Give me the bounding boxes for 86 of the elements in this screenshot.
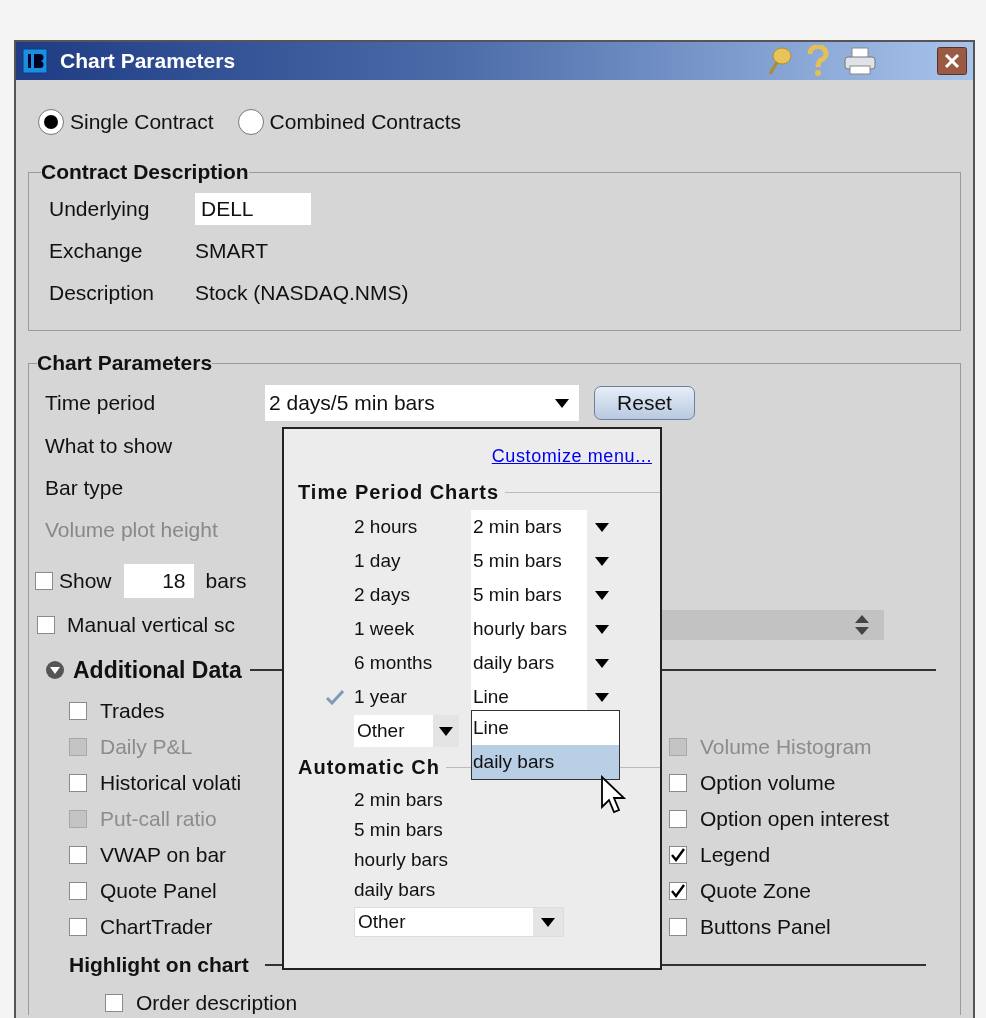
menu-item[interactable]: 5 min bars: [354, 815, 652, 845]
app-logo-icon: [22, 48, 48, 74]
checkbox-label: Historical volati: [100, 771, 242, 795]
dropdown-arrow-icon: [595, 522, 609, 532]
field-label: Underlying: [49, 197, 151, 221]
field-label: bars: [205, 569, 247, 593]
printer-icon[interactable]: [843, 46, 877, 76]
field-label: Time period: [45, 391, 157, 415]
field-label: Bar type: [45, 476, 124, 500]
checkbox[interactable]: [69, 918, 87, 936]
menu-item[interactable]: 2 min bars: [354, 785, 652, 815]
radio-label: Single Contract: [70, 110, 214, 134]
bar-size-select[interactable]: 5 min bars: [471, 544, 587, 578]
checkbox-label: Legend: [700, 843, 771, 867]
dropdown-arrow-icon: [595, 658, 609, 668]
dropdown-arrow-icon: [555, 398, 569, 408]
radio-button[interactable]: [237, 109, 264, 135]
checkbox-label: Volume Histogram: [700, 735, 872, 759]
bar-size-select[interactable]: daily bars: [471, 646, 587, 680]
pin-icon[interactable]: [767, 46, 793, 76]
window-title: Chart Parameters: [60, 49, 237, 73]
dropdown-option[interactable]: Line: [472, 711, 619, 745]
other-select[interactable]: Other: [354, 907, 564, 937]
field-value: Stock (NASDAQ.NMS): [195, 281, 409, 305]
menu-item[interactable]: 2 hours: [354, 516, 471, 538]
checkbox-label: Daily P&L: [100, 735, 193, 759]
menu-item[interactable]: 1 day: [354, 550, 471, 572]
time-period-select[interactable]: 2 days/5 min bars: [265, 385, 579, 421]
menu-item[interactable]: hourly bars: [354, 845, 652, 875]
checkbox-label: Quote Panel: [100, 879, 217, 903]
checkbox[interactable]: [35, 572, 53, 590]
checkbox-label: Show: [59, 569, 112, 593]
dropdown-arrow-icon: [595, 590, 609, 600]
section-title: Additional Data: [73, 656, 242, 684]
bar-size-select[interactable]: 5 min bars: [471, 578, 587, 612]
section-title: Time Period Charts: [298, 481, 500, 504]
section-title: Chart Parameters: [37, 351, 213, 375]
menu-item[interactable]: 1 week: [354, 618, 471, 640]
checkbox[interactable]: [69, 882, 87, 900]
checkbox[interactable]: [669, 918, 687, 936]
reset-button[interactable]: Reset: [594, 386, 695, 420]
dropdown-option[interactable]: daily bars: [472, 745, 619, 779]
field-label: Description: [49, 281, 156, 305]
customize-menu-link[interactable]: Customize menu...: [491, 445, 652, 467]
menu-item[interactable]: 1 year: [354, 686, 471, 708]
checkbox[interactable]: [69, 774, 87, 792]
menu-item[interactable]: 2 days: [354, 584, 471, 606]
checkbox[interactable]: [669, 774, 687, 792]
bar-size-select[interactable]: 2 min bars: [471, 510, 587, 544]
section-title: Automatic Ch: [298, 756, 440, 779]
field-value: SMART: [195, 239, 269, 263]
checkbox[interactable]: [669, 846, 687, 864]
dropdown-arrow-icon: [595, 692, 609, 702]
menu-item[interactable]: daily bars: [354, 875, 652, 905]
checkbox-label: ChartTrader: [100, 915, 213, 939]
checkbox-label: Trades: [100, 699, 165, 723]
checkbox-label: Manual vertical sc: [67, 613, 236, 637]
checkbox[interactable]: [669, 882, 687, 900]
other-select[interactable]: Other: [354, 715, 459, 747]
menu-item[interactable]: 6 months: [354, 652, 471, 674]
section-title: Highlight on chart: [69, 953, 249, 977]
checkbox-label: Option open interest: [700, 807, 890, 831]
dropdown-arrow-icon: [595, 624, 609, 634]
checkbox[interactable]: [669, 810, 687, 828]
section-title: Contract Description: [41, 160, 249, 184]
checkbox-label: Buttons Panel: [700, 915, 831, 939]
field-label: Volume plot height: [45, 518, 218, 542]
checkbox-label: Option volume: [700, 771, 836, 795]
checkbox[interactable]: [69, 702, 87, 720]
input-field[interactable]: 18: [123, 564, 194, 598]
bar-size-select[interactable]: hourly bars: [471, 612, 587, 646]
input-field[interactable]: DELL: [195, 193, 311, 225]
checkbox-label: Order description: [136, 991, 298, 1015]
radio-button[interactable]: [38, 109, 64, 135]
radio-label: Combined Contracts: [269, 110, 461, 134]
checkbox[interactable]: [105, 994, 123, 1012]
field-label: What to show: [45, 434, 173, 458]
spinner-arrows-icon: [854, 614, 870, 636]
dropdown-arrow-icon: [595, 556, 609, 566]
checkbox-label: Put-call ratio: [100, 807, 217, 831]
checkbox[interactable]: [37, 616, 55, 634]
checkbox-label: Quote Zone: [700, 879, 811, 903]
close-icon[interactable]: [937, 47, 967, 75]
checkbox-label: VWAP on bar: [100, 843, 227, 867]
checkbox[interactable]: [69, 846, 87, 864]
field-label: Exchange: [49, 239, 144, 263]
